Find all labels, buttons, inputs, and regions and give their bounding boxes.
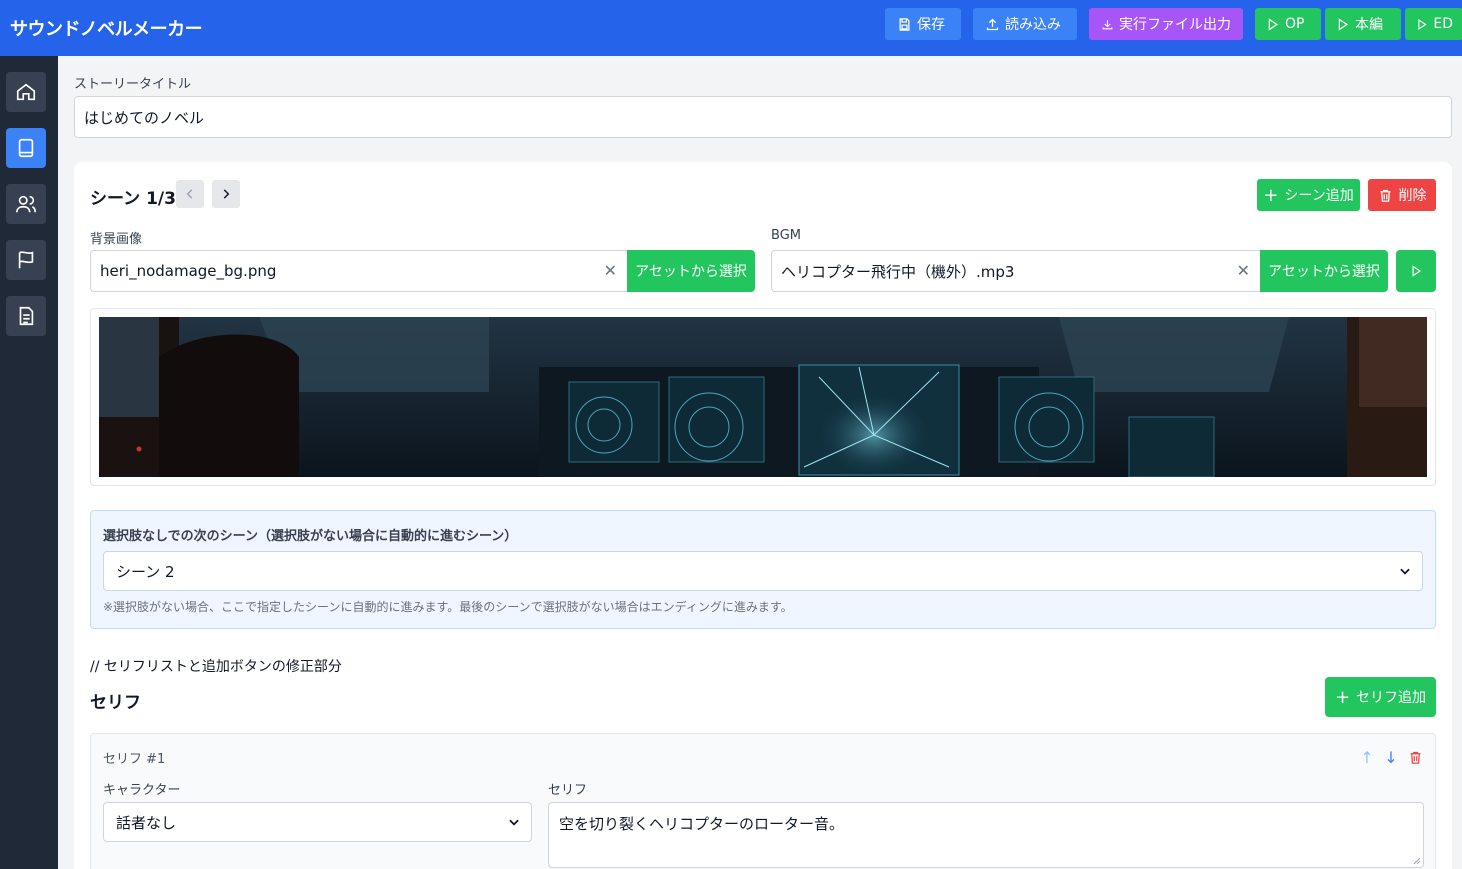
main-panel: ストーリータイトル はじめてのノベル シーン 1/3 + シーン追加 削除 背景… bbox=[58, 56, 1462, 869]
sidebar-item-documents[interactable] bbox=[6, 296, 46, 336]
export-button[interactable]: 実行ファイル出力 bbox=[1089, 8, 1243, 40]
play-icon bbox=[1338, 17, 1349, 31]
chevron-left-icon bbox=[186, 189, 193, 199]
bgm-play-button[interactable] bbox=[1396, 250, 1436, 292]
delete-scene-button[interactable]: 削除 bbox=[1368, 179, 1436, 211]
sidebar-item-characters[interactable] bbox=[6, 184, 46, 224]
next-scene-select[interactable]: シーン 2 bbox=[103, 551, 1423, 591]
background-preview-image bbox=[99, 317, 1427, 477]
prev-scene-button[interactable] bbox=[176, 180, 204, 208]
sidebar-item-home[interactable] bbox=[6, 72, 46, 112]
line-number: セリフ #1 bbox=[103, 752, 166, 767]
export-label: 実行ファイル出力 bbox=[1119, 17, 1231, 33]
sidebar bbox=[0, 56, 58, 869]
bgm-asset-button[interactable]: アセットから選択 bbox=[1260, 250, 1388, 292]
next-scene-title: 選択肢なしでの次のシーン（選択肢がない場合に自動的に進むシーン） bbox=[103, 529, 518, 544]
app-header: サウンドノベルメーカー 保存 読み込み 実行ファイル出力 OP 本編 ED bbox=[0, 0, 1462, 56]
app-title: サウンドノベルメーカー bbox=[10, 19, 203, 40]
header-actions: 保存 読み込み 実行ファイル出力 bbox=[885, 8, 1243, 40]
upload-icon bbox=[986, 18, 999, 30]
load-label: 読み込み bbox=[1005, 17, 1061, 33]
chevron-down-icon bbox=[1400, 568, 1410, 575]
plus-icon: + bbox=[1263, 184, 1279, 206]
character-selected: 話者なし bbox=[116, 813, 177, 832]
scene-card: シーン 1/3 + シーン追加 削除 背景画像 heri_nodamage_bg… bbox=[74, 162, 1452, 869]
line-text-label: セリフ bbox=[548, 783, 588, 798]
download-icon bbox=[1102, 19, 1113, 29]
bgm-label: BGM bbox=[771, 228, 801, 243]
line-text-value: 空を切り裂くヘリコプターのローター音。 bbox=[559, 815, 845, 833]
next-scene-hint: ※選択肢がない場合、ここで指定したシーンに自動的に進みます。最後のシーンで選択肢… bbox=[103, 600, 793, 614]
load-button[interactable]: 読み込み bbox=[973, 8, 1077, 40]
trash-icon bbox=[1380, 189, 1390, 202]
sidebar-item-endings[interactable] bbox=[6, 240, 46, 280]
scene-title: シーン 1/3 bbox=[90, 189, 176, 209]
play-icon bbox=[1412, 265, 1422, 277]
home-icon bbox=[16, 83, 36, 101]
add-line-label: セリフ追加 bbox=[1356, 690, 1427, 706]
trash-icon[interactable] bbox=[1407, 748, 1423, 766]
save-button[interactable]: 保存 bbox=[885, 8, 961, 40]
character-select[interactable]: 話者なし bbox=[103, 802, 532, 842]
move-down-icon[interactable]: ↓ bbox=[1383, 748, 1399, 767]
play-actions: OP 本編 ED bbox=[1255, 8, 1462, 40]
bgm-field[interactable]: ヘリコプター飛行中（機外）.mp3 ✕ bbox=[771, 250, 1260, 292]
save-label: 保存 bbox=[917, 17, 945, 33]
add-scene-button[interactable]: + シーン追加 bbox=[1257, 179, 1360, 211]
clear-icon[interactable]: ✕ bbox=[1237, 261, 1250, 280]
bgm-value: ヘリコプター飛行中（機外）.mp3 bbox=[781, 262, 1015, 281]
code-comment: // セリフリストと追加ボタンの修正部分 bbox=[90, 659, 342, 675]
flag-icon bbox=[18, 251, 34, 269]
story-title-input[interactable]: はじめてのノベル bbox=[74, 96, 1452, 138]
next-scene-panel: 選択肢なしでの次のシーン（選択肢がない場合に自動的に進むシーン） シーン 2 ※… bbox=[90, 510, 1436, 629]
play-op-label: OP bbox=[1285, 16, 1305, 32]
story-title-value: はじめてのノベル bbox=[84, 108, 205, 127]
play-main-button[interactable]: 本編 bbox=[1325, 8, 1401, 40]
play-ed-button[interactable]: ED bbox=[1405, 8, 1462, 40]
delete-scene-label: 削除 bbox=[1398, 188, 1427, 204]
document-icon bbox=[19, 306, 34, 326]
play-ed-label: ED bbox=[1433, 16, 1453, 32]
play-icon bbox=[1418, 18, 1427, 30]
sidebar-item-story[interactable] bbox=[6, 128, 46, 168]
users-icon bbox=[16, 195, 36, 213]
next-scene-selected: シーン 2 bbox=[116, 562, 175, 581]
book-icon bbox=[18, 138, 34, 158]
move-up-icon[interactable]: ↑ bbox=[1359, 748, 1375, 767]
chevron-right-icon bbox=[223, 189, 230, 199]
background-field[interactable]: heri_nodamage_bg.png ✕ bbox=[90, 250, 627, 292]
line-text-input[interactable]: 空を切り裂くヘリコプターのローター音。 bbox=[548, 802, 1424, 868]
play-main-label: 本編 bbox=[1355, 17, 1383, 33]
chevron-down-icon bbox=[509, 819, 519, 826]
clear-icon[interactable]: ✕ bbox=[604, 261, 617, 280]
play-op-button[interactable]: OP bbox=[1255, 8, 1321, 40]
background-asset-button[interactable]: アセットから選択 bbox=[627, 250, 755, 292]
line-item: セリフ #1 ↑ ↓ キャラクター 話者なし セリフ 空を切り裂くヘリコプターの… bbox=[90, 733, 1436, 869]
story-title-label: ストーリータイトル bbox=[74, 77, 192, 92]
background-label: 背景画像 bbox=[90, 232, 143, 247]
plus-icon: + bbox=[1334, 686, 1351, 708]
lines-title: セリフ bbox=[90, 693, 141, 713]
save-icon bbox=[899, 17, 910, 31]
next-scene-button[interactable] bbox=[212, 180, 240, 208]
add-line-button[interactable]: + セリフ追加 bbox=[1325, 677, 1436, 717]
add-scene-label: シーン追加 bbox=[1284, 188, 1354, 204]
resize-handle-icon[interactable] bbox=[1413, 857, 1421, 865]
play-icon bbox=[1268, 17, 1279, 31]
character-label: キャラクター bbox=[103, 783, 181, 798]
background-preview bbox=[90, 308, 1436, 486]
background-value: heri_nodamage_bg.png bbox=[100, 262, 277, 280]
